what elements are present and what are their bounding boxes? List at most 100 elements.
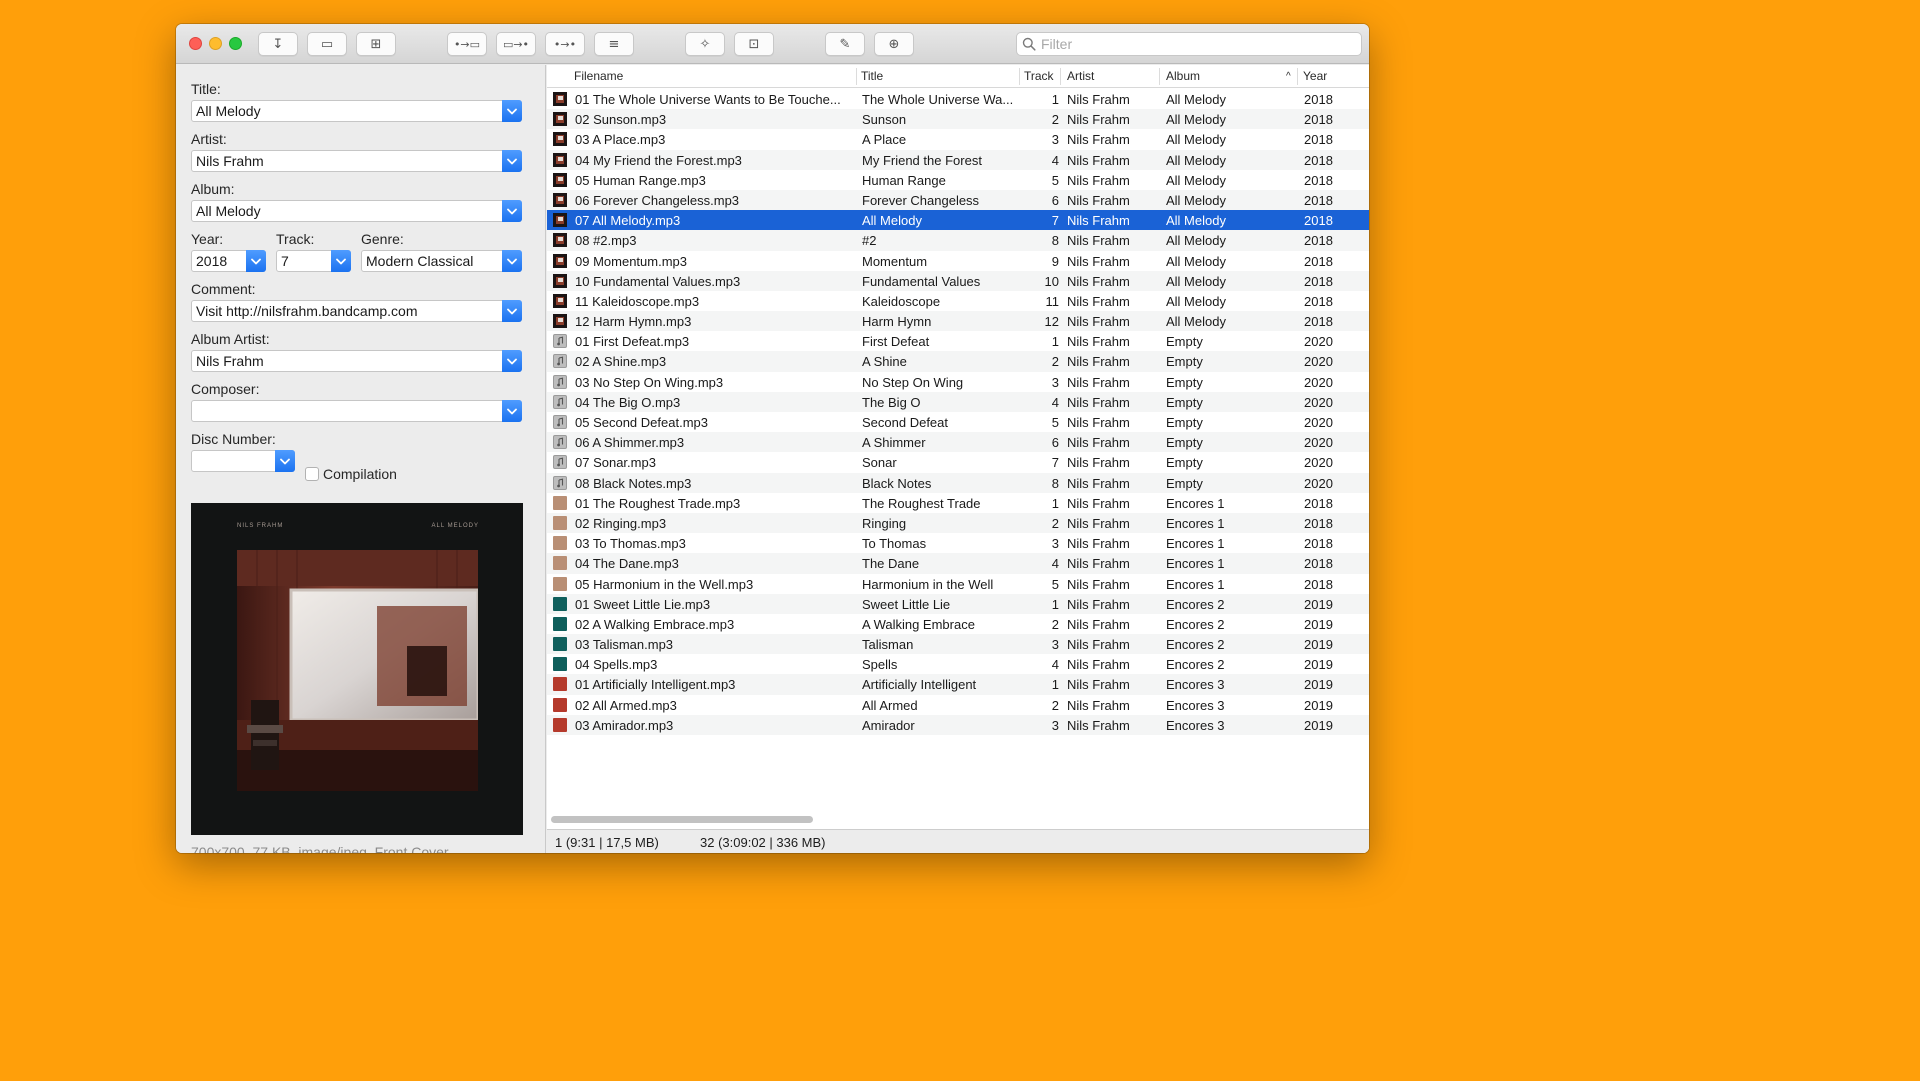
horizontal-scrollbar[interactable] bbox=[551, 816, 813, 823]
table-row[interactable]: 04 The Big O.mp3 The Big O 4 Nils Frahm Empt… bbox=[547, 391, 1369, 412]
cell-artist: Nils Frahm bbox=[1067, 112, 1130, 128]
cell-track: 2 bbox=[1051, 354, 1059, 370]
comment-field[interactable]: Visit http://nilsfrahm.bandcamp.com bbox=[191, 300, 522, 322]
column-artist[interactable]: Artist bbox=[1067, 69, 1094, 83]
close-window-button[interactable] bbox=[189, 37, 202, 50]
edit-button[interactable]: ✎ bbox=[825, 32, 865, 56]
chevron-down-icon[interactable] bbox=[502, 300, 522, 322]
column-divider[interactable] bbox=[1159, 68, 1160, 85]
add-folder-button[interactable]: ⊞ bbox=[356, 32, 396, 56]
cell-year: 2018 bbox=[1304, 112, 1333, 128]
table-row[interactable]: 09 Momentum.mp3 Momentum 9 Nils Frahm All Me… bbox=[547, 251, 1369, 271]
genre-field[interactable]: Modern Classical bbox=[361, 250, 522, 272]
table-row[interactable]: 08 Black Notes.mp3 Black Notes 8 Nils Frahm… bbox=[547, 472, 1369, 493]
web-sources-button[interactable]: ⊕ bbox=[874, 32, 914, 56]
chevron-down-icon[interactable] bbox=[502, 150, 522, 172]
table-row[interactable]: 01 The Whole Universe Wants to Be Touche… bbox=[547, 89, 1369, 109]
table-row[interactable]: 11 Kaleidoscope.mp3 Kaleidoscope 11 Nils Fr… bbox=[547, 291, 1369, 311]
chevron-down-icon[interactable] bbox=[502, 350, 522, 372]
cell-artist: Nils Frahm bbox=[1067, 657, 1130, 673]
column-divider[interactable] bbox=[1297, 68, 1298, 85]
table-row[interactable]: 01 First Defeat.mp3 First Defeat 1 Nils Fra… bbox=[547, 331, 1369, 351]
open-folder-button[interactable]: ▭ bbox=[307, 32, 347, 56]
year-field[interactable]: 2018 bbox=[191, 250, 266, 272]
table-row[interactable]: 04 My Friend the Forest.mp3 My Friend the… bbox=[547, 149, 1369, 170]
artist-field[interactable]: Nils Frahm bbox=[191, 150, 522, 172]
table-row[interactable]: 05 Human Range.mp3 Human Range 5 Nils Frahm… bbox=[547, 170, 1369, 190]
column-divider[interactable] bbox=[1060, 68, 1061, 85]
minimize-window-button[interactable] bbox=[209, 37, 222, 50]
table-row[interactable]: 05 Harmonium in the Well.mp3 Harmonium in… bbox=[547, 574, 1369, 594]
album-cover-art[interactable]: NILS FRAHM ALL MELODY bbox=[191, 503, 523, 835]
export-button[interactable]: ⊡ bbox=[734, 32, 774, 56]
album-field[interactable]: All Melody bbox=[191, 200, 522, 222]
chevron-down-icon[interactable] bbox=[246, 250, 266, 272]
table-row[interactable]: 12 Harm Hymn.mp3 Harm Hymn 12 Nils Frahm All… bbox=[547, 311, 1369, 332]
table-row[interactable]: 03 No Step On Wing.mp3 No Step On Wing 3 Ni… bbox=[547, 372, 1369, 392]
zoom-window-button[interactable] bbox=[229, 37, 242, 50]
cell-title: #2 bbox=[862, 233, 877, 249]
table-row[interactable]: 03 Amirador.mp3 Amirador 3 Nils Frahm Encore… bbox=[547, 714, 1369, 735]
filter-field[interactable] bbox=[1016, 32, 1362, 56]
column-album[interactable]: Album bbox=[1166, 69, 1200, 83]
table-row[interactable]: 02 All Armed.mp3 All Armed 2 Nils Frahm Enco… bbox=[547, 695, 1369, 715]
table-row[interactable]: 07 All Melody.mp3 All Melody 7 Nils Frahm Al… bbox=[547, 210, 1369, 231]
disc-number-field[interactable] bbox=[191, 450, 295, 472]
table-row[interactable]: 04 Spells.mp3 Spells 4 Nils Frahm Encores 2 2… bbox=[547, 654, 1369, 674]
table-row[interactable]: 05 Second Defeat.mp3 Second Defeat 5 Nils F… bbox=[547, 412, 1369, 432]
table-row[interactable]: 02 Ringing.mp3 Ringing 2 Nils Frahm Encores … bbox=[547, 512, 1369, 534]
column-track[interactable]: Track bbox=[1024, 69, 1054, 83]
chevron-down-icon[interactable] bbox=[502, 250, 522, 272]
filter-input[interactable] bbox=[1041, 35, 1351, 53]
album-art-icon bbox=[553, 112, 567, 127]
table-row[interactable]: 06 A Shimmer.mp3 A Shimmer 6 Nils Frahm Empt… bbox=[547, 432, 1369, 453]
tag-to-tag-button[interactable]: •→• bbox=[545, 32, 585, 56]
list-button[interactable]: ≡ bbox=[594, 32, 634, 56]
actions-button[interactable]: ✧ bbox=[685, 32, 725, 56]
table-row[interactable]: 03 Talisman.mp3 Talisman 3 Nils Frahm Encore… bbox=[547, 634, 1369, 655]
table-row[interactable]: 01 Artificially Intelligent.mp3 Artificia… bbox=[547, 674, 1369, 695]
table-row[interactable]: 06 Forever Changeless.mp3 Forever Changel… bbox=[547, 189, 1369, 211]
table-row[interactable]: 02 A Walking Embrace.mp3 A Walking Embrac… bbox=[547, 614, 1369, 634]
cell-track: 2 bbox=[1051, 112, 1059, 128]
table-row[interactable]: 08 #2.mp3 #2 8 Nils Frahm All Melody 2018 bbox=[547, 230, 1369, 251]
composer-field[interactable] bbox=[191, 400, 522, 422]
cell-track: 3 bbox=[1051, 374, 1059, 390]
cell-album: Empty bbox=[1166, 334, 1203, 350]
table-row[interactable]: 10 Fundamental Values.mp3 Fundamental Val… bbox=[547, 270, 1369, 291]
column-divider[interactable] bbox=[856, 68, 857, 85]
table-row[interactable]: 03 A Place.mp3 A Place 3 Nils Frahm All Melo… bbox=[547, 129, 1369, 149]
chevron-down-icon[interactable] bbox=[502, 400, 522, 422]
track-field[interactable]: 7 bbox=[276, 250, 351, 272]
save-button[interactable]: ↧ bbox=[258, 32, 298, 56]
chevron-down-icon[interactable] bbox=[502, 100, 522, 122]
album-artist-field[interactable]: Nils Frahm bbox=[191, 350, 522, 372]
table-row[interactable]: 01 Sweet Little Lie.mp3 Sweet Little Lie 1… bbox=[547, 593, 1369, 614]
chevron-down-icon[interactable] bbox=[331, 250, 351, 272]
compilation-label: Compilation bbox=[323, 466, 397, 482]
compilation-checkbox[interactable] bbox=[305, 467, 319, 481]
cell-title: Kaleidoscope bbox=[862, 293, 941, 309]
title-field[interactable]: All Melody bbox=[191, 100, 522, 122]
column-title[interactable]: Title bbox=[861, 69, 883, 83]
chevron-down-icon[interactable] bbox=[502, 200, 522, 222]
table-row[interactable]: 03 To Thomas.mp3 To Thomas 3 Nils Frahm Enco… bbox=[547, 533, 1369, 553]
cell-album: Empty bbox=[1166, 415, 1203, 430]
album-art-icon bbox=[553, 273, 567, 288]
tag-to-filename-button[interactable]: •→▭ bbox=[447, 32, 487, 56]
table-row[interactable]: 04 The Dane.mp3 The Dane 4 Nils Frahm Encore… bbox=[547, 553, 1369, 574]
table-row[interactable]: 01 The Roughest Trade.mp3 The Roughest Tr… bbox=[547, 493, 1369, 513]
table-row[interactable]: 02 Sunson.mp3 Sunson 2 Nils Frahm All Melody… bbox=[547, 109, 1369, 130]
chevron-down-icon[interactable] bbox=[275, 450, 295, 472]
cell-filename: 08 Black Notes.mp3 bbox=[575, 475, 692, 491]
table-row[interactable]: 02 A Shine.mp3 A Shine 2 Nils Frahm Empty 202… bbox=[547, 351, 1369, 372]
column-divider[interactable] bbox=[1019, 68, 1020, 85]
cell-artist: Nils Frahm bbox=[1067, 495, 1130, 511]
cell-title: Black Notes bbox=[862, 475, 932, 491]
cell-track: 8 bbox=[1051, 233, 1059, 249]
cell-filename: 02 All Armed.mp3 bbox=[575, 697, 677, 713]
column-filename[interactable]: Filename bbox=[574, 69, 623, 83]
column-year[interactable]: Year bbox=[1303, 69, 1327, 83]
table-row[interactable]: 07 Sonar.mp3 Sonar 7 Nils Frahm Empty 2020 bbox=[547, 452, 1369, 472]
filename-to-tag-button[interactable]: ▭→• bbox=[496, 32, 536, 56]
